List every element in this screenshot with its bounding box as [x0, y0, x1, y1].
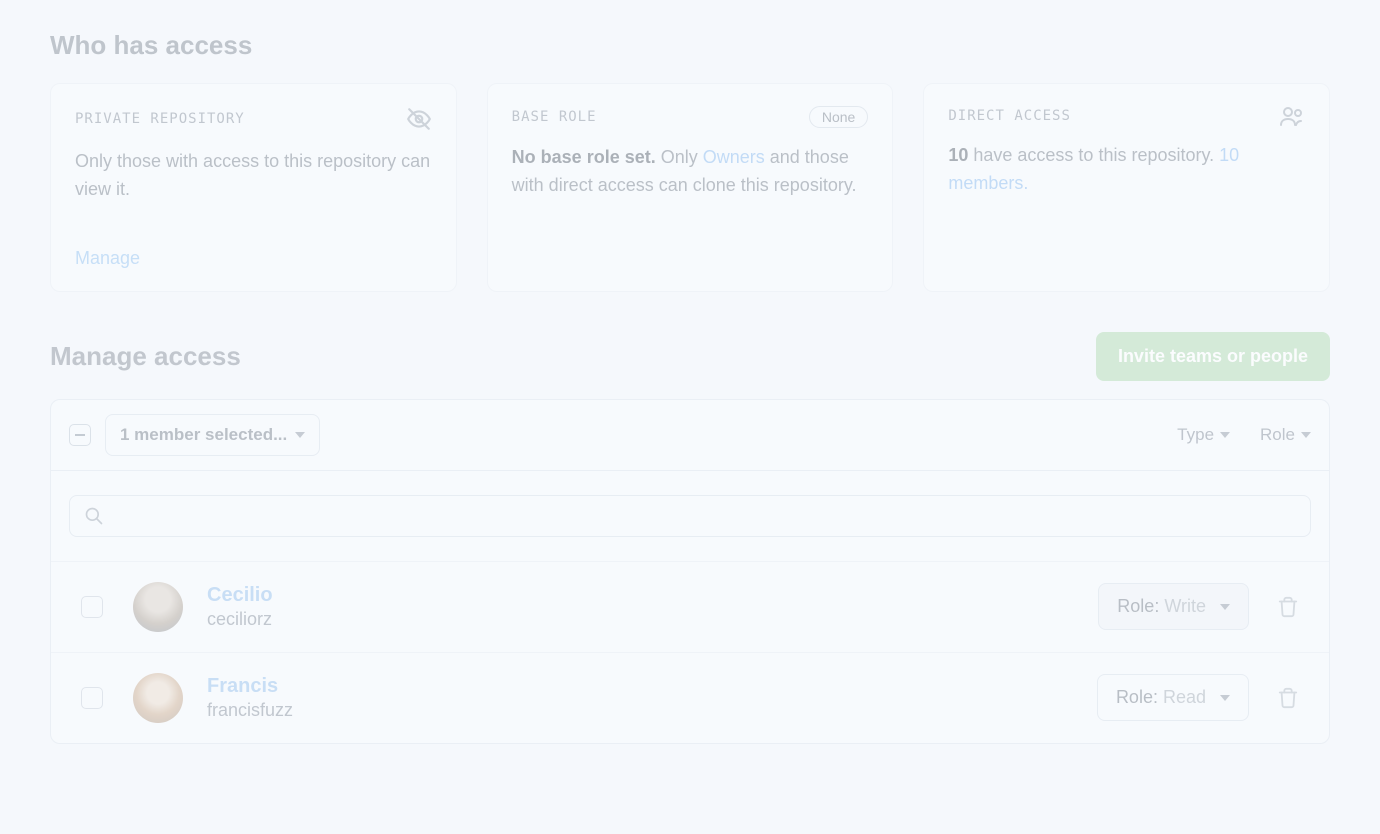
chevron-down-icon — [1220, 432, 1230, 438]
select-all-checkbox[interactable] — [69, 424, 91, 446]
type-filter[interactable]: Type — [1177, 425, 1230, 445]
base-role-card: BASE ROLE None No base role set. Only Ow… — [487, 83, 894, 292]
member-row: Francis francisfuzz Role: Read — [51, 653, 1329, 743]
base-role-label: BASE ROLE — [512, 109, 597, 125]
eye-slash-icon — [406, 106, 432, 132]
chevron-down-icon — [1220, 695, 1230, 701]
direct-access-label: DIRECT ACCESS — [948, 108, 1071, 124]
member-name-link[interactable]: Francis — [207, 675, 1097, 698]
manage-access-panel: 1 member selected... Type Role Cecilio — [50, 399, 1330, 744]
base-role-body: No base role set. Only Owners and those … — [512, 144, 869, 200]
member-row: Cecilio ceciliorz Role: Write — [51, 562, 1329, 653]
chevron-down-icon — [1220, 604, 1230, 610]
direct-access-body: 10 have access to this repository. 10 me… — [948, 142, 1305, 198]
access-cards: PRIVATE REPOSITORY Only those with acces… — [50, 83, 1330, 292]
search-input-wrapper[interactable] — [69, 495, 1311, 537]
member-login: francisfuzz — [207, 700, 1097, 721]
member-checkbox[interactable] — [81, 596, 103, 618]
member-login: ceciliorz — [207, 609, 1098, 630]
chevron-down-icon — [295, 432, 305, 438]
base-role-badge: None — [809, 106, 868, 128]
role-filter[interactable]: Role — [1260, 425, 1311, 445]
private-repo-label: PRIVATE REPOSITORY — [75, 111, 245, 127]
search-icon — [84, 506, 104, 526]
base-role-bold: No base role set. — [512, 147, 656, 167]
role-dropdown[interactable]: Role: Read — [1097, 674, 1249, 721]
chevron-down-icon — [1301, 432, 1311, 438]
manage-access-title: Manage access — [50, 341, 241, 372]
member-name-link[interactable]: Cecilio — [207, 584, 1098, 607]
member-checkbox[interactable] — [81, 687, 103, 709]
remove-member-button[interactable] — [1277, 687, 1299, 709]
direct-access-count: 10 — [948, 145, 968, 165]
role-dropdown[interactable]: Role: Write — [1098, 583, 1249, 630]
selection-dropdown[interactable]: 1 member selected... — [105, 414, 320, 456]
manage-link[interactable]: Manage — [75, 248, 140, 269]
private-repo-body: Only those with access to this repositor… — [75, 148, 432, 204]
direct-access-card: DIRECT ACCESS 10 have access to this rep… — [923, 83, 1330, 292]
private-repo-card: PRIVATE REPOSITORY Only those with acces… — [50, 83, 457, 292]
invite-button[interactable]: Invite teams or people — [1096, 332, 1330, 381]
search-input[interactable] — [114, 507, 1296, 525]
avatar — [133, 582, 183, 632]
people-icon — [1279, 106, 1305, 126]
owners-link[interactable]: Owners — [703, 147, 765, 167]
remove-member-button[interactable] — [1277, 596, 1299, 618]
avatar — [133, 673, 183, 723]
page-title: Who has access — [50, 30, 1330, 61]
